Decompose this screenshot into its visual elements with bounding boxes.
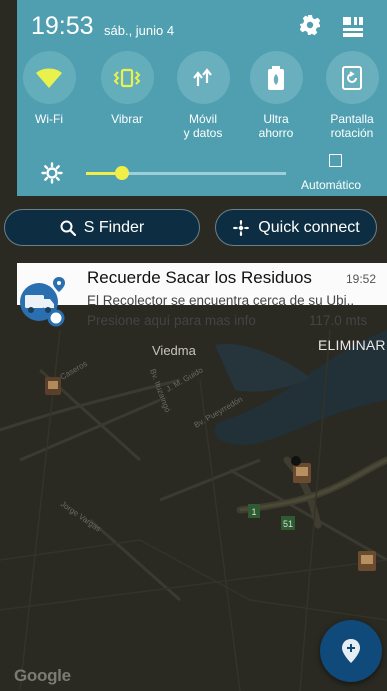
settings-gear-icon[interactable] <box>298 14 322 38</box>
s-finder-label: S Finder <box>83 218 145 236</box>
notification-time: 19:52 <box>346 272 377 286</box>
toggle-mobile-data[interactable]: Móvil y datos <box>170 51 236 140</box>
quick-connect-button[interactable]: Quick connect <box>215 209 377 246</box>
auto-brightness-label[interactable]: Automático <box>301 178 361 192</box>
toggle-mobile-data-circle[interactable] <box>176 51 230 104</box>
s-finder-button[interactable]: S Finder <box>4 209 200 246</box>
toggle-vibrate-label: Vibrar <box>111 112 143 126</box>
notification-distance: 117.0 mts <box>309 313 368 328</box>
edit-grid-icon[interactable] <box>342 16 364 38</box>
quick-settings-panel: 19:53 sáb., junio 4 Wi-Fi Vibrar Móvil y… <box>17 0 387 196</box>
brightness-slider[interactable] <box>86 166 286 180</box>
wifi-icon <box>36 68 62 88</box>
brightness-sun-icon <box>41 162 63 184</box>
toggle-vibrate[interactable]: Vibrar <box>94 51 160 126</box>
toggle-wifi-circle[interactable] <box>22 51 76 104</box>
notification-body: El Recolector se encuentra cerca de su U… <box>87 293 355 308</box>
toggle-screen-rotation-circle[interactable] <box>325 51 379 104</box>
eliminar-button[interactable]: ELIMINAR <box>318 337 386 353</box>
map-city-label: Viedma <box>152 343 196 358</box>
toggle-mobile-data-label: Móvil y datos <box>183 112 223 140</box>
search-icon <box>60 220 76 236</box>
toggle-screen-rotation-label: Pantalla rotación <box>330 112 374 140</box>
svg-text:1: 1 <box>251 507 256 517</box>
quick-connect-icon <box>233 219 250 236</box>
clock[interactable]: 19:53 <box>31 12 94 41</box>
vibrate-icon <box>113 68 141 87</box>
toggle-ultra-saver-label: Ultra ahorro <box>258 112 294 140</box>
toggle-wifi-label: Wi-Fi <box>35 112 63 126</box>
mobile-data-icon <box>193 67 212 86</box>
svg-text:51: 51 <box>283 519 293 529</box>
toggle-ultra-saver-circle[interactable] <box>249 51 303 104</box>
brightness-row: Automático <box>17 150 387 196</box>
garbage-truck-app-icon <box>20 277 65 327</box>
battery-saver-icon <box>268 65 284 90</box>
location-fab-button[interactable] <box>320 620 382 682</box>
panel-header: 19:53 sáb., junio 4 <box>17 0 387 52</box>
screen-rotation-icon <box>342 65 362 90</box>
brightness-slider-thumb[interactable] <box>115 166 129 180</box>
notification-title: Recuerde Sacar los Residuos <box>87 268 312 287</box>
date-label[interactable]: sáb., junio 4 <box>104 23 174 38</box>
toggle-vibrate-circle[interactable] <box>100 51 154 104</box>
quick-connect-label: Quick connect <box>258 218 360 236</box>
location-pin-icon <box>342 639 360 663</box>
google-logo: Google <box>14 666 71 685</box>
toggle-ultra-saver[interactable]: Ultra ahorro <box>243 51 309 140</box>
auto-brightness-checkbox[interactable] <box>329 154 342 167</box>
toggle-wifi[interactable]: Wi-Fi <box>16 51 82 126</box>
toggle-screen-rotation[interactable]: Pantalla rotación <box>319 51 385 140</box>
notification-subtext: Presione aquí para mas info <box>87 313 256 328</box>
